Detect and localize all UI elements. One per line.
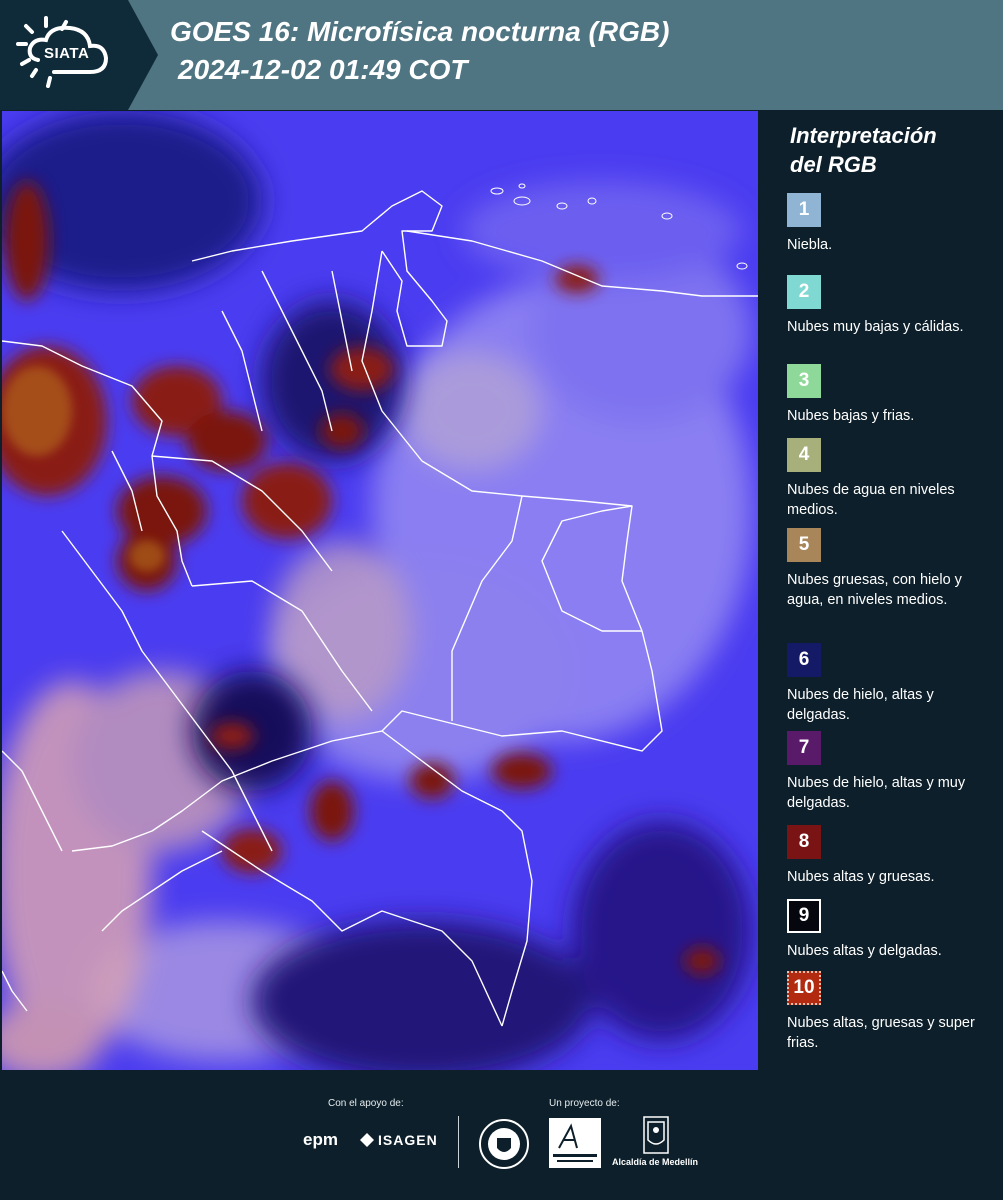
legend-item-7: 7 Nubes de hielo, altas y muy delgadas.	[787, 731, 997, 813]
timestamp: 2024-12-02 01:49 COT	[178, 54, 468, 85]
alcaldia-shield-icon	[643, 1116, 669, 1154]
legend-item-4: 4 Nubes de agua en niveles medios.	[787, 438, 997, 520]
legend-swatch-2: 2	[787, 275, 821, 309]
footer-divider	[458, 1116, 459, 1168]
satellite-map	[2, 111, 758, 1070]
legend-item-6: 6 Nubes de hielo, altas y delgadas.	[787, 643, 997, 725]
legend-swatch-6: 6	[787, 643, 821, 677]
legend-swatch-3: 3	[787, 364, 821, 398]
legend-label-2: Nubes muy bajas y cálidas.	[787, 319, 964, 335]
legend-swatch-9: 9	[787, 899, 821, 933]
legend-item-1: 1 Niebla.	[787, 193, 997, 255]
isagen-logo: ISAGEN	[378, 1132, 438, 1148]
legend-label-1: Niebla.	[787, 237, 833, 253]
legend-label-8: Nubes altas y gruesas.	[787, 869, 935, 885]
siata-logo: SIATA	[0, 0, 158, 110]
legend-swatch-10: 10	[787, 971, 821, 1005]
project-label: Un proyecto de:	[549, 1098, 620, 1109]
legend-swatch-4: 4	[787, 438, 821, 472]
legend-label-6: Nubes de hielo, altas y delgadas.	[787, 687, 934, 723]
legend-panel: Interpretación del RGB 1 Niebla. 2 Nubes mu…	[760, 111, 1003, 1070]
legend-swatch-1: 1	[787, 193, 821, 227]
legend-label-7: Nubes de hielo, altas y muy delgadas.	[787, 775, 966, 811]
legend-label-5: Nubes gruesas, con hielo y agua, en nive…	[787, 572, 962, 608]
header: SIATA GOES 16: Microfísica nocturna (RGB…	[0, 0, 1003, 110]
legend-title-line1: Interpretación	[790, 123, 937, 148]
legend-swatch-8: 8	[787, 825, 821, 859]
alcaldia-text: Alcaldía de Medellín	[612, 1157, 699, 1167]
legend-item-2: 2 Nubes muy bajas y cálidas.	[787, 275, 997, 337]
legend-item-10: 10 Nubes altas, gruesas y super frias.	[787, 971, 997, 1053]
legend-title-line2: del RGB	[790, 152, 877, 177]
university-seal-icon	[479, 1119, 529, 1169]
legend-item-3: 3 Nubes bajas y frias.	[787, 364, 997, 426]
legend-label-9: Nubes altas y delgadas.	[787, 943, 942, 959]
epm-logo: epm	[303, 1130, 338, 1149]
legend-label-3: Nubes bajas y frias.	[787, 408, 915, 424]
page-title: GOES 16: Microfísica nocturna (RGB)	[170, 16, 670, 47]
support-label: Con el apoyo de:	[328, 1098, 404, 1109]
area-metropolitana-logo	[549, 1118, 601, 1168]
legend-label-10: Nubes altas, gruesas y super frias.	[787, 1015, 975, 1051]
legend-item-8: 8 Nubes altas y gruesas.	[787, 825, 997, 887]
legend-label-4: Nubes de agua en niveles medios.	[787, 482, 955, 518]
legend-item-9: 9 Nubes altas y delgadas.	[787, 899, 997, 961]
legend-item-5: 5 Nubes gruesas, con hielo y agua, en niv…	[787, 528, 997, 610]
footer: Con el apoyo de: Un proyecto de: epm ISA…	[0, 1070, 1003, 1200]
legend-title: Interpretación del RGB	[790, 121, 990, 179]
isagen-icon	[360, 1133, 374, 1147]
legend-swatch-7: 7	[787, 731, 821, 765]
legend-swatch-5: 5	[787, 528, 821, 562]
isagen-text: ISAGEN	[378, 1132, 438, 1148]
logo-text: SIATA	[44, 45, 90, 62]
